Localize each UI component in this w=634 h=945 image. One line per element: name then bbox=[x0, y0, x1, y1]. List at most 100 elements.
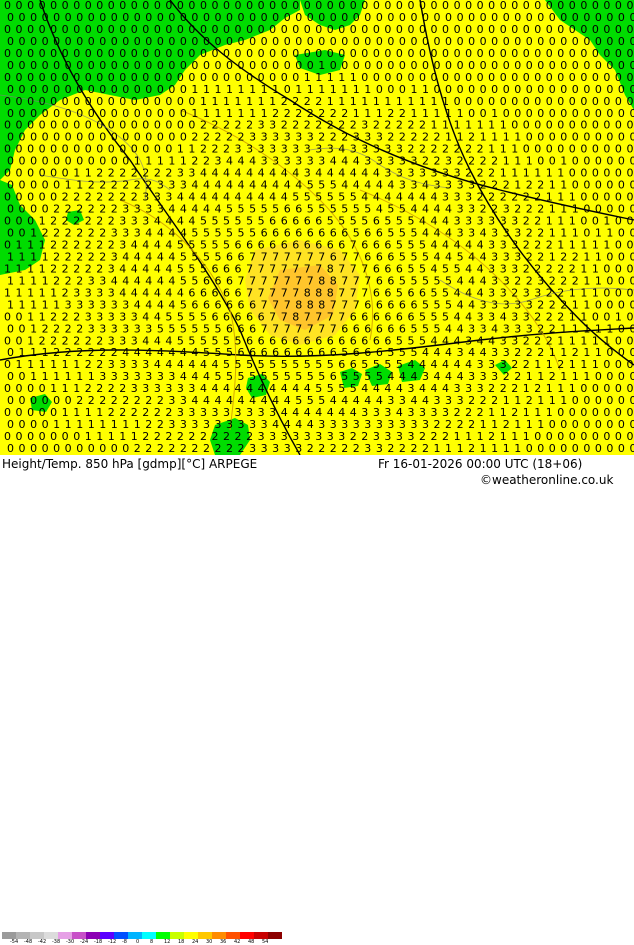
colorbar-tick-label: -30 bbox=[66, 939, 74, 945]
field-value: 2 bbox=[330, 442, 337, 455]
colorbar-segment bbox=[156, 932, 170, 939]
field-value: 2 bbox=[226, 442, 233, 455]
field-value: 0 bbox=[572, 442, 579, 455]
map-title: Height/Temp. 850 hPa [gdmp][°C] ARPEGE bbox=[2, 457, 257, 471]
field-value: 3 bbox=[261, 442, 268, 455]
field-value: 3 bbox=[249, 442, 256, 455]
colorbar-tick-label: 8 bbox=[150, 939, 153, 945]
field-value: 1 bbox=[514, 442, 521, 455]
field-value: 2 bbox=[411, 442, 418, 455]
colorbar-tick-label: 30 bbox=[206, 939, 212, 945]
colorbar-tick-label: -18 bbox=[94, 939, 102, 945]
field-value: 2 bbox=[145, 442, 152, 455]
field-value: 0 bbox=[53, 442, 60, 455]
field-value: 1 bbox=[491, 442, 498, 455]
colorbar-tick-label: 0 bbox=[136, 939, 139, 945]
map-footer: Height/Temp. 850 hPa [gdmp][°C] ARPEGE F… bbox=[0, 455, 634, 490]
field-value: 2 bbox=[387, 442, 394, 455]
field-value: 2 bbox=[318, 442, 325, 455]
temperature-colorbar bbox=[2, 932, 282, 939]
field-value: 2 bbox=[238, 442, 245, 455]
field-value: 3 bbox=[376, 442, 383, 455]
colorbar-tick-label: -42 bbox=[38, 939, 46, 945]
field-value: 2 bbox=[341, 442, 348, 455]
field-value: 1 bbox=[457, 442, 464, 455]
colorbar-segment bbox=[142, 932, 156, 939]
field-value: 2 bbox=[353, 442, 360, 455]
field-value: 0 bbox=[595, 442, 602, 455]
site-credit: ©weatheronline.co.uk bbox=[480, 473, 613, 487]
colorbar-segment bbox=[44, 932, 58, 939]
forecast-datetime: Fr 16-01-2026 00:00 UTC (18+06) bbox=[378, 457, 582, 471]
field-value: 0 bbox=[549, 442, 556, 455]
field-value: 2 bbox=[134, 442, 141, 455]
field-value: 3 bbox=[364, 442, 371, 455]
field-value: 3 bbox=[272, 442, 279, 455]
field-value: 0 bbox=[88, 442, 95, 455]
field-value: 1 bbox=[503, 442, 510, 455]
colorbar-segment bbox=[114, 932, 128, 939]
colorbar-tick-label: 54 bbox=[262, 939, 268, 945]
colorbar-tick-label: 48 bbox=[248, 939, 254, 945]
field-value: 0 bbox=[560, 442, 567, 455]
weather-map: 0000000000000000000000000000000000000000… bbox=[0, 0, 634, 455]
colorbar-segment bbox=[226, 932, 240, 939]
colorbar-tick-label: -8 bbox=[122, 939, 127, 945]
field-value: 0 bbox=[111, 442, 118, 455]
colorbar-segment bbox=[100, 932, 114, 939]
colorbar-tick-label: 18 bbox=[178, 939, 184, 945]
colorbar-segment bbox=[184, 932, 198, 939]
colorbar-tick-label: 24 bbox=[192, 939, 198, 945]
field-value: 1 bbox=[434, 442, 441, 455]
field-value: 2 bbox=[307, 442, 314, 455]
colorbar-segment bbox=[128, 932, 142, 939]
field-value: 0 bbox=[99, 442, 106, 455]
field-value: 0 bbox=[122, 442, 129, 455]
field-value: 2 bbox=[468, 442, 475, 455]
field-value: 3 bbox=[284, 442, 291, 455]
field-value: 2 bbox=[399, 442, 406, 455]
map-canvas: 0000000000000000000000000000000000000000… bbox=[0, 0, 634, 455]
field-value: 0 bbox=[618, 442, 625, 455]
field-value: 2 bbox=[203, 442, 210, 455]
field-value: 0 bbox=[537, 442, 544, 455]
colorbar-tick-label: 36 bbox=[220, 939, 226, 945]
colorbar-segment bbox=[254, 932, 268, 939]
colorbar-tick-label: -54 bbox=[10, 939, 18, 945]
field-value: 0 bbox=[526, 442, 533, 455]
colorbar-segment bbox=[212, 932, 226, 939]
field-value: 0 bbox=[65, 442, 72, 455]
field-value: 1 bbox=[445, 442, 452, 455]
field-value: 0 bbox=[583, 442, 590, 455]
colorbar-tick-label: -48 bbox=[24, 939, 32, 945]
field-value: 0 bbox=[606, 442, 613, 455]
field-value: 0 bbox=[19, 442, 26, 455]
field-value: 2 bbox=[180, 442, 187, 455]
colorbar-segment bbox=[30, 932, 44, 939]
field-value: 1 bbox=[480, 442, 487, 455]
colorbar-segment bbox=[16, 932, 30, 939]
field-value: 0 bbox=[7, 442, 14, 455]
colorbar-segment bbox=[268, 932, 282, 939]
field-value: 2 bbox=[157, 442, 164, 455]
field-value: 2 bbox=[422, 442, 429, 455]
field-value: 2 bbox=[168, 442, 175, 455]
field-value: 0 bbox=[42, 442, 49, 455]
colorbar-tick-label: -24 bbox=[80, 939, 88, 945]
field-value: 3 bbox=[295, 442, 302, 455]
colorbar-tick-label: 12 bbox=[164, 939, 170, 945]
colorbar-segment bbox=[240, 932, 254, 939]
colorbar-segment bbox=[170, 932, 184, 939]
field-value: 2 bbox=[215, 442, 222, 455]
colorbar-tick-label: -12 bbox=[108, 939, 116, 945]
field-value: 0 bbox=[30, 442, 37, 455]
colorbar-segment bbox=[86, 932, 100, 939]
colorbar-segment bbox=[58, 932, 72, 939]
field-value-grid: 0000000000000000000000000000000000000000… bbox=[4, 0, 634, 455]
colorbar-tick-label: -38 bbox=[52, 939, 60, 945]
colorbar-segment bbox=[2, 932, 16, 939]
colorbar-segment bbox=[72, 932, 86, 939]
colorbar-tick-label: 42 bbox=[234, 939, 240, 945]
colorbar-segment bbox=[198, 932, 212, 939]
field-value: 0 bbox=[630, 442, 634, 455]
